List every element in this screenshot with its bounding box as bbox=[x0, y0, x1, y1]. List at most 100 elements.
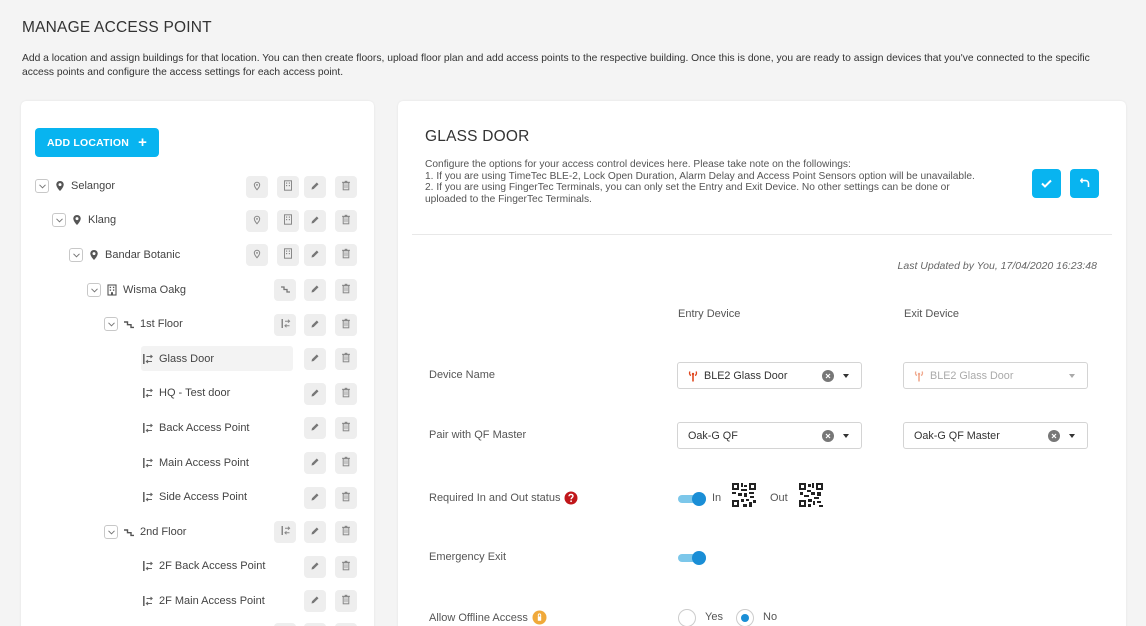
trash-icon bbox=[341, 178, 351, 196]
delete-button[interactable] bbox=[335, 521, 357, 543]
chevron-down-icon[interactable] bbox=[87, 283, 101, 297]
qr-code-out-icon[interactable] bbox=[799, 483, 823, 507]
chevron-down-icon bbox=[1069, 373, 1075, 378]
tree-item-selangor[interactable]: Selangor bbox=[35, 175, 115, 197]
tree-item-2f-back-access-point[interactable]: 2F Back Access Point bbox=[142, 555, 265, 577]
toggle-knob bbox=[692, 492, 706, 506]
plus-icon: + bbox=[138, 134, 148, 151]
building-icon bbox=[106, 284, 118, 296]
edit-button[interactable] bbox=[304, 590, 326, 612]
edit-button[interactable] bbox=[304, 314, 326, 336]
edit-button[interactable] bbox=[304, 279, 326, 301]
help-icon[interactable] bbox=[564, 491, 578, 505]
entry-qf-select[interactable]: Oak-G QF bbox=[677, 422, 862, 449]
delete-button[interactable] bbox=[335, 176, 357, 198]
edit-button[interactable] bbox=[304, 176, 326, 198]
access-point-icon bbox=[142, 595, 154, 607]
chevron-down-icon[interactable] bbox=[1069, 433, 1075, 438]
add-access-point-button[interactable] bbox=[274, 314, 296, 336]
in-label: In bbox=[712, 492, 722, 504]
divider bbox=[412, 234, 1112, 235]
edit-button[interactable] bbox=[304, 383, 326, 405]
add-building-button[interactable] bbox=[277, 210, 299, 232]
offline-access-label: Allow Offline Access bbox=[429, 610, 547, 625]
delete-button[interactable] bbox=[335, 556, 357, 578]
add-sublocation-button[interactable] bbox=[246, 210, 268, 232]
tree-item-label: Wisma Oakg bbox=[123, 284, 186, 296]
add-building-button[interactable] bbox=[277, 176, 299, 198]
clear-icon[interactable] bbox=[1048, 429, 1060, 442]
chevron-down-icon[interactable] bbox=[69, 248, 83, 262]
edit-button[interactable] bbox=[304, 210, 326, 232]
tree-item-label: Selangor bbox=[71, 180, 116, 192]
delete-button[interactable] bbox=[335, 314, 357, 336]
add-building-button[interactable] bbox=[277, 244, 299, 266]
trash-icon bbox=[341, 489, 351, 507]
pencil-icon bbox=[310, 454, 320, 472]
offline-yes-radio[interactable] bbox=[678, 609, 696, 626]
delete-button[interactable] bbox=[335, 590, 357, 612]
tree-item-1st-floor[interactable]: 1st Floor bbox=[104, 313, 183, 335]
tree-item-back-access-point[interactable]: Back Access Point bbox=[142, 417, 250, 439]
out-label: Out bbox=[770, 492, 788, 504]
tree-item-klang[interactable]: Klang bbox=[52, 209, 116, 231]
chevron-down-icon[interactable] bbox=[843, 433, 849, 438]
tree-item-2nd-floor[interactable]: 2nd Floor bbox=[104, 521, 186, 543]
tree-item-label: Main Access Point bbox=[159, 457, 249, 469]
info-icon[interactable] bbox=[532, 610, 547, 625]
delete-button[interactable] bbox=[335, 417, 357, 439]
qr-code-in-icon[interactable] bbox=[732, 483, 756, 507]
emergency-exit-toggle[interactable] bbox=[678, 551, 706, 565]
clear-icon[interactable] bbox=[822, 369, 834, 382]
edit-button[interactable] bbox=[304, 244, 326, 266]
add-access-point-button[interactable] bbox=[274, 521, 296, 543]
tree-item-label: Glass Door bbox=[159, 353, 215, 365]
tree-item-wisma-oakg[interactable]: Wisma Oakg bbox=[87, 279, 186, 301]
building-icon bbox=[283, 212, 293, 230]
edit-button[interactable] bbox=[304, 521, 326, 543]
page-description: Add a location and assign buildings for … bbox=[22, 53, 1090, 78]
offline-no-radio[interactable] bbox=[736, 609, 754, 626]
tree-item-main-access-point[interactable]: Main Access Point bbox=[142, 452, 249, 474]
pencil-icon bbox=[310, 178, 320, 196]
emergency-exit-label-text: Emergency Exit bbox=[429, 551, 507, 563]
save-button[interactable] bbox=[1032, 169, 1061, 198]
entry-device-select[interactable]: BLE2 Glass Door bbox=[677, 362, 862, 389]
pencil-icon bbox=[310, 350, 320, 368]
stairs-icon bbox=[123, 318, 135, 330]
delete-button[interactable] bbox=[335, 383, 357, 405]
tree-item-glass-door[interactable]: Glass Door bbox=[142, 348, 214, 370]
edit-button[interactable] bbox=[304, 556, 326, 578]
trash-icon bbox=[341, 350, 351, 368]
tree-item-hq-test-door[interactable]: HQ - Test door bbox=[142, 382, 230, 404]
chevron-down-icon[interactable] bbox=[104, 317, 118, 331]
delete-button[interactable] bbox=[335, 210, 357, 232]
entry-qf-value: Oak-G QF bbox=[688, 429, 738, 442]
tree-item-side-access-point[interactable]: Side Access Point bbox=[142, 486, 247, 508]
edit-button[interactable] bbox=[304, 452, 326, 474]
edit-button[interactable] bbox=[304, 348, 326, 370]
tree-item-bandar-botanic[interactable]: Bandar Botanic bbox=[69, 244, 180, 266]
inout-status-toggle[interactable] bbox=[678, 492, 706, 506]
edit-button[interactable] bbox=[304, 417, 326, 439]
chevron-down-icon[interactable] bbox=[843, 373, 849, 378]
back-button[interactable] bbox=[1070, 169, 1099, 198]
chevron-down-icon[interactable] bbox=[104, 525, 118, 539]
delete-button[interactable] bbox=[335, 487, 357, 509]
add-sublocation-button[interactable] bbox=[246, 176, 268, 198]
add-sublocation-button[interactable] bbox=[246, 244, 268, 266]
delete-button[interactable] bbox=[335, 452, 357, 474]
location-pin-icon bbox=[88, 249, 100, 261]
add-floor-button[interactable] bbox=[274, 279, 296, 301]
delete-button[interactable] bbox=[335, 279, 357, 301]
edit-button[interactable] bbox=[304, 487, 326, 509]
exit-qf-select[interactable]: Oak-G QF Master bbox=[903, 422, 1088, 449]
chevron-down-icon[interactable] bbox=[35, 179, 49, 193]
pencil-icon bbox=[310, 558, 320, 576]
delete-button[interactable] bbox=[335, 348, 357, 370]
add-location-button[interactable]: ADD LOCATION + bbox=[35, 128, 159, 157]
chevron-down-icon[interactable] bbox=[52, 213, 66, 227]
clear-icon[interactable] bbox=[822, 429, 834, 442]
delete-button[interactable] bbox=[335, 244, 357, 266]
tree-item-2f-main-access-point[interactable]: 2F Main Access Point bbox=[142, 590, 265, 612]
